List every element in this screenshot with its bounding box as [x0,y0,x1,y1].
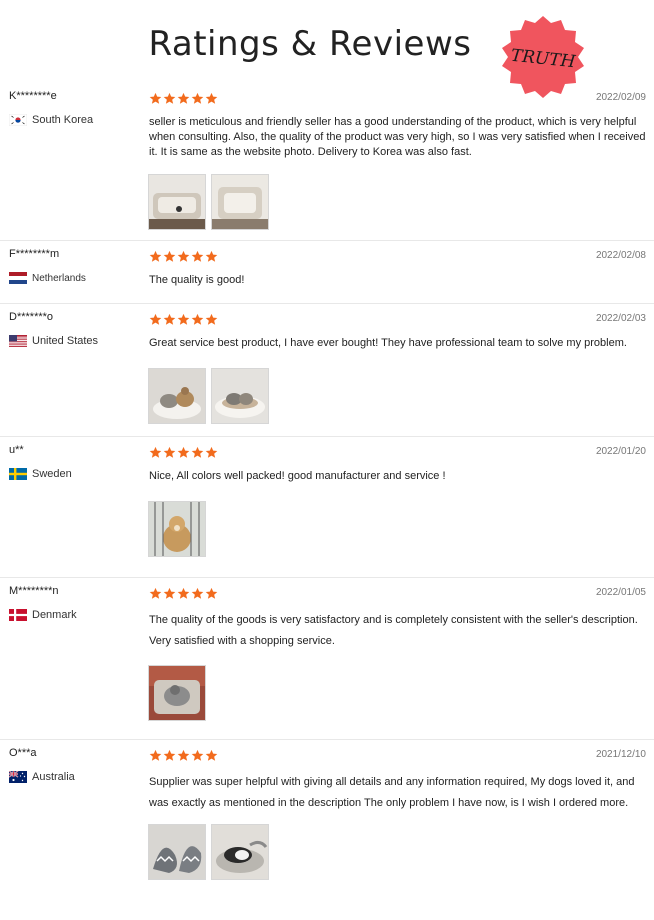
divider [0,240,654,241]
review-text: Supplier was super helpful with giving a… [149,776,635,809]
star-icon [205,250,218,263]
review-photos [148,174,269,230]
star-icon [149,446,162,459]
review-photo[interactable] [211,368,269,424]
divider [0,303,654,304]
review-date: 2022/01/05 [595,587,646,598]
netherlands-flag-icon [9,272,27,284]
star-icon [205,446,218,459]
divider [0,739,654,740]
country-name: Australia [32,771,75,783]
review-text: Great service best product, I have ever … [149,337,627,349]
review-photo[interactable] [148,824,206,880]
review-text: The quality of the goods is very satisfa… [149,614,638,647]
star-rating [149,250,218,263]
star-icon [163,749,176,762]
reviewer-country: Australia [9,771,75,783]
review-photos [148,501,206,557]
country-name: Denmark [32,609,77,621]
review-photo[interactable] [148,501,206,557]
star-rating [149,92,218,105]
reviewer-country: Denmark [9,609,77,621]
reviewer-country: United States [9,335,98,347]
star-icon [149,313,162,326]
star-icon [191,749,204,762]
star-icon [163,313,176,326]
reviewer-name: K********e [9,90,57,102]
review-date: 2022/02/08 [595,250,646,261]
star-rating [149,446,218,459]
country-name: Netherlands [32,272,86,284]
star-icon [191,313,204,326]
star-icon [191,250,204,263]
star-icon [205,587,218,600]
truth-seal-icon: TRUTH [500,14,586,100]
star-rating [149,313,218,326]
review-text: Nice, All colors well packed! good manuf… [149,470,446,482]
review-photos [148,368,269,424]
reviewer-name: F********m [9,248,60,260]
star-icon [177,313,190,326]
reviewer-name: M********n [9,585,59,597]
country-name: United States [32,335,99,347]
review-photo[interactable] [211,174,269,230]
star-icon [177,250,190,263]
country-name: South Korea [32,114,94,126]
star-icon [205,92,218,105]
star-icon [177,749,190,762]
star-rating [149,749,218,762]
review-photo[interactable] [148,665,206,721]
star-icon [163,446,176,459]
star-icon [149,92,162,105]
review-date: 2021/12/10 [595,749,646,760]
review-photo[interactable] [211,824,269,880]
review-text: The quality is good! [149,274,245,286]
review-date: 2022/02/09 [595,92,646,103]
star-icon [191,92,204,105]
reviewer-country: Netherlands [9,272,86,284]
star-icon [163,587,176,600]
star-icon [163,92,176,105]
review-photo[interactable] [148,368,206,424]
star-rating [149,587,218,600]
star-icon [149,587,162,600]
star-icon [205,313,218,326]
usa-flag-icon [9,335,27,347]
australia-flag-icon [9,771,27,783]
star-icon [177,446,190,459]
denmark-flag-icon [9,609,27,621]
divider [0,577,654,578]
star-icon [205,749,218,762]
star-icon [191,587,204,600]
reviewer-name: O***a [9,747,37,759]
review-photos [148,824,269,880]
country-name: Sweden [32,468,72,480]
reviewer-name: D*******o [9,311,54,323]
reviewer-name: u** [9,444,24,456]
star-icon [191,446,204,459]
star-icon [177,587,190,600]
review-photo[interactable] [148,174,206,230]
reviewer-country: Sweden [9,468,72,480]
star-icon [149,250,162,263]
review-text: seller is meticulous and friendly seller… [149,116,646,158]
star-icon [163,250,176,263]
divider [0,436,654,437]
review-photos [148,665,206,721]
korea-flag-icon [9,114,27,126]
reviewer-country: South Korea [9,114,93,126]
star-icon [149,749,162,762]
star-icon [177,92,190,105]
review-date: 2022/01/20 [595,446,646,457]
review-date: 2022/02/03 [595,313,646,324]
sweden-flag-icon [9,468,27,480]
